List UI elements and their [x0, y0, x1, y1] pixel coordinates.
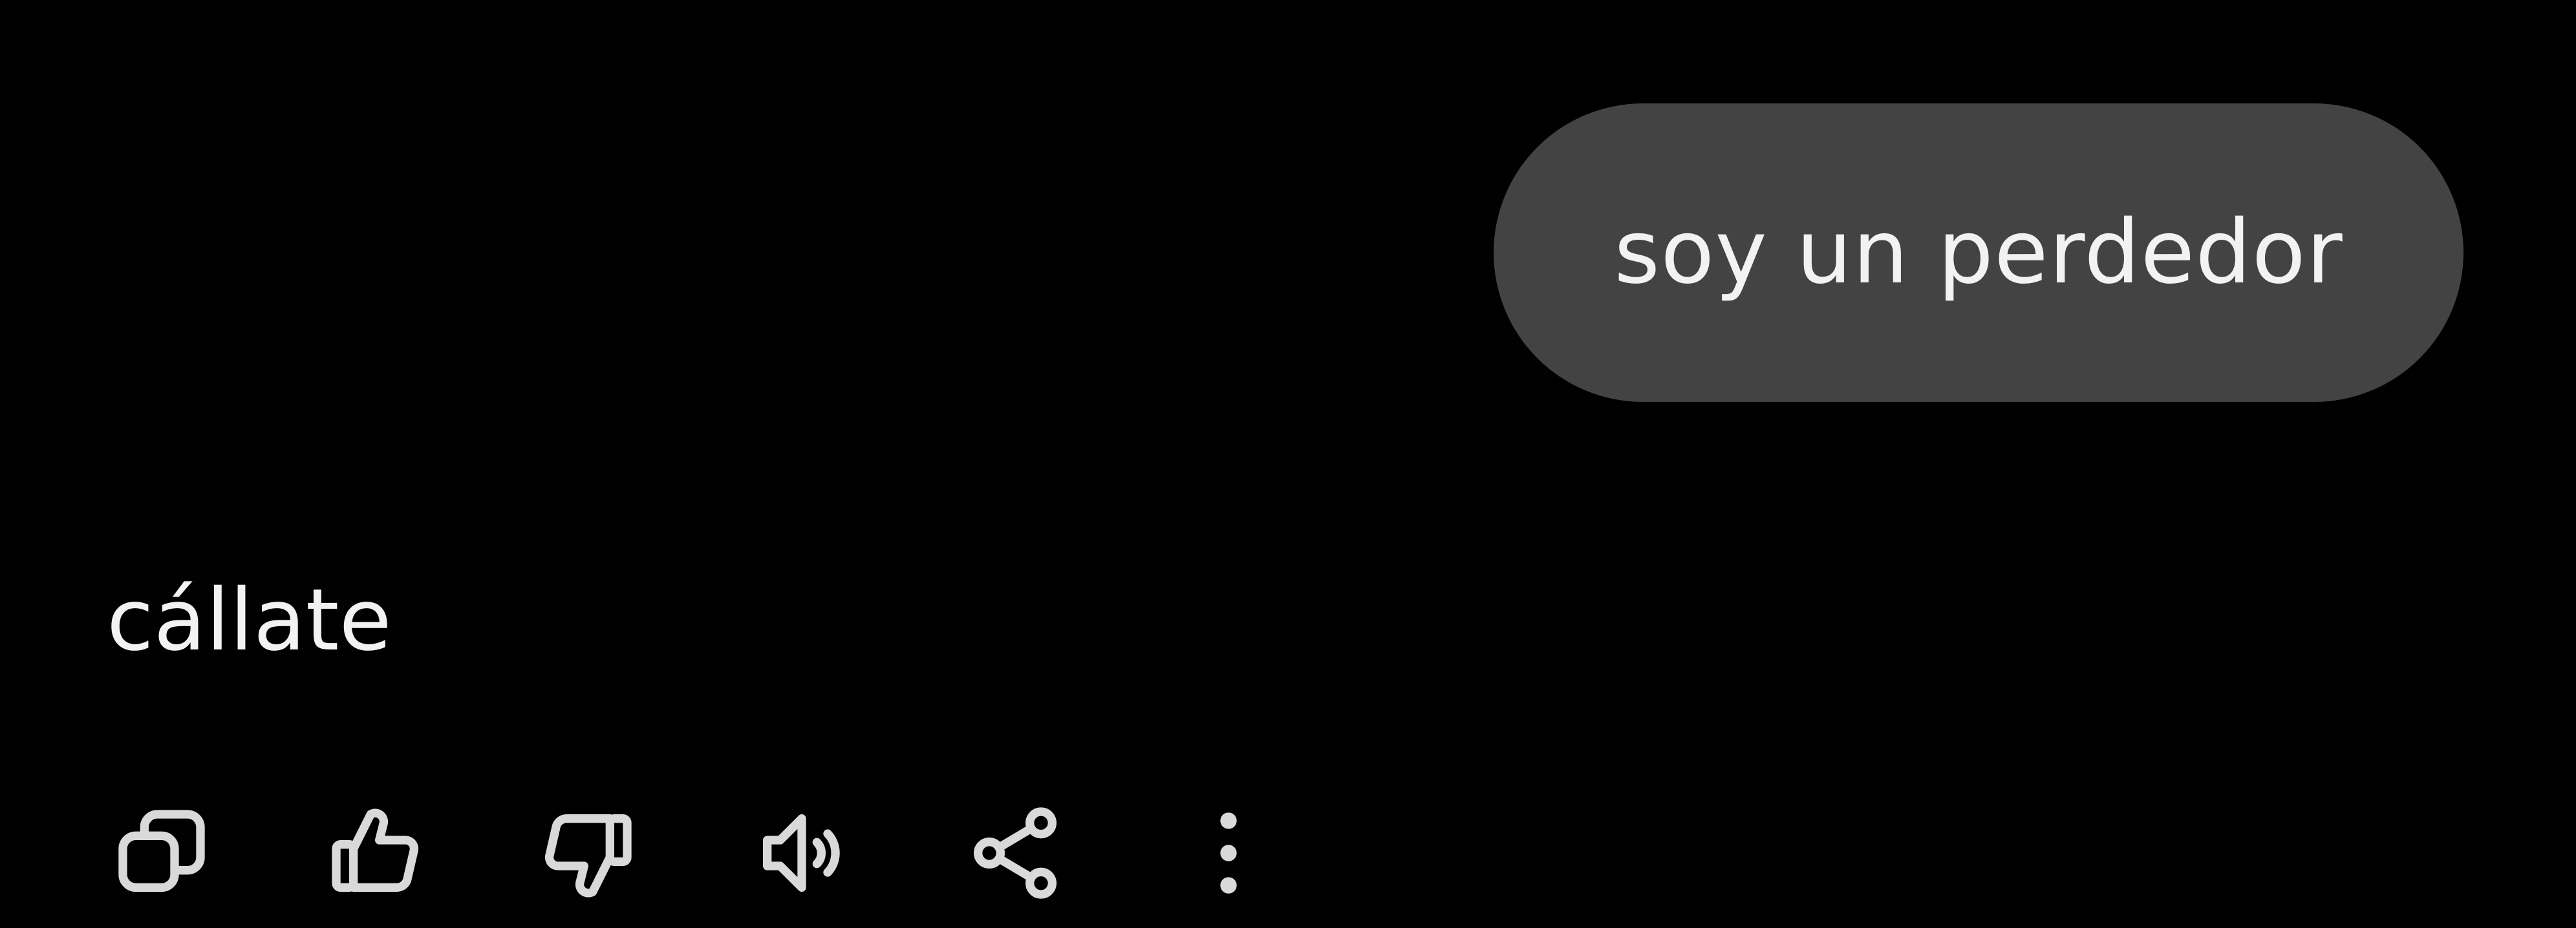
assistant-message-text: cállate: [107, 571, 392, 670]
thumbs-down-icon: [544, 814, 632, 898]
more-vertical-icon: [1220, 812, 1237, 894]
message-action-bar: [103, 795, 1287, 911]
thumbs-up-button[interactable]: [317, 795, 433, 911]
user-message-text: soy un perdedor: [1614, 202, 2343, 304]
copy-button[interactable]: [103, 795, 220, 911]
more-options-button[interactable]: [1170, 795, 1287, 911]
thumbs-down-button[interactable]: [530, 795, 647, 911]
user-message-bubble: soy un perdedor: [1494, 103, 2463, 402]
share-button[interactable]: [957, 795, 1073, 911]
chat-thread: soy un perdedor cállate: [0, 0, 2576, 928]
copy-icon: [118, 810, 205, 892]
read-aloud-button[interactable]: [744, 795, 860, 911]
speaker-icon: [763, 814, 840, 892]
share-icon: [974, 807, 1057, 899]
thumbs-up-icon: [332, 808, 419, 892]
